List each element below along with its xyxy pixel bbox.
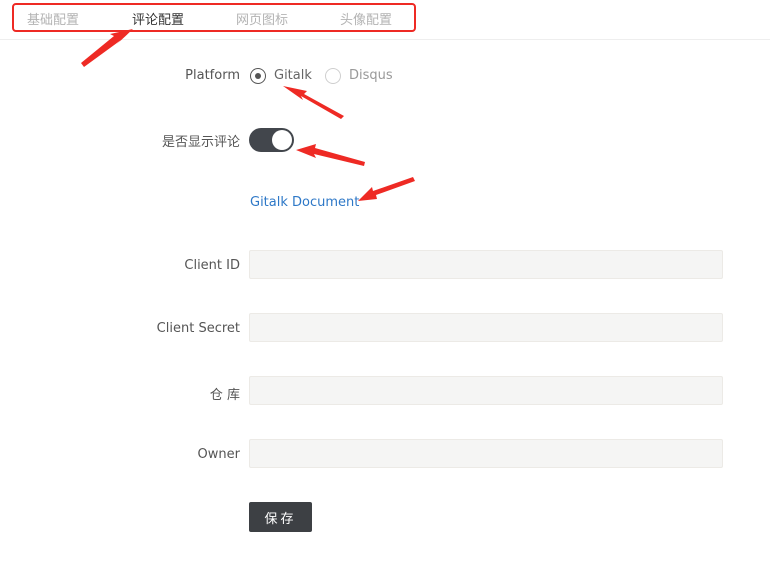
owner-label: Owner — [197, 447, 240, 462]
radio-disqus-label: Disqus — [349, 68, 393, 83]
show-comments-label: 是否显示评论 — [161, 135, 240, 150]
repo-input[interactable] — [250, 377, 726, 406]
arrow-to-gitalk-radio — [283, 86, 344, 119]
client-id-field-box — [249, 250, 726, 280]
owner-input[interactable] — [250, 440, 726, 469]
arrow-to-document-link — [358, 177, 415, 201]
radio-gitalk-label: Gitalk — [274, 68, 312, 83]
repo-label: 仓 库 — [209, 388, 240, 403]
annotation-highlight-box — [12, 3, 416, 32]
client-secret-field-box — [249, 313, 726, 343]
annotation-arrows — [81, 29, 415, 201]
toggle-knob — [272, 130, 292, 150]
radio-disqus-circle[interactable] — [325, 68, 341, 84]
gitalk-document-link[interactable]: Gitalk Document — [250, 195, 359, 210]
client-id-label: Client ID — [184, 258, 240, 273]
platform-label: Platform — [185, 68, 240, 83]
save-button[interactable]: 保存 — [249, 502, 312, 532]
owner-field-box — [249, 439, 726, 469]
client-secret-label: Client Secret — [156, 321, 240, 336]
client-secret-input[interactable] — [250, 314, 726, 343]
arrow-to-toggle — [296, 144, 365, 166]
repo-field-box — [249, 376, 726, 406]
client-id-input[interactable] — [250, 251, 726, 280]
radio-gitalk-circle[interactable] — [250, 68, 266, 84]
show-comments-toggle[interactable] — [249, 128, 294, 152]
